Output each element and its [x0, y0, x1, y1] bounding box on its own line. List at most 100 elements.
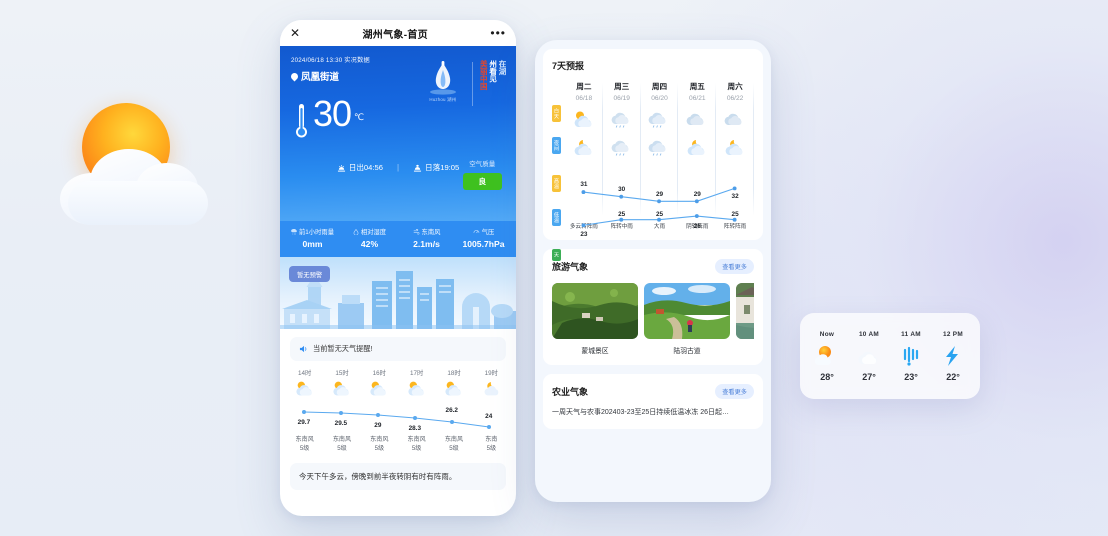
slogan-part-b: 州看见 [488, 60, 498, 83]
phone-home-screen: ✕ 湖州气象-首页 ••• 2024/06/18 13:30 实况数据 凤凰街道… [280, 20, 516, 516]
wind-level: 5级 [374, 444, 385, 452]
stat-humidity: 相对湿度 42% [341, 227, 398, 249]
air-quality-label: 空气质量 [469, 161, 496, 168]
widget-column[interactable]: 11 AM 23° [890, 331, 932, 382]
tourism-caption: 蒙城景区 [581, 348, 609, 355]
hourly-wind-row: 东南风 5级 东南风 5级 东南风 5级 东南风 5级 东南风 5级 东南 5级 [286, 433, 510, 454]
tower-logo-icon [429, 61, 456, 95]
low-temp-value: 26 [693, 223, 701, 230]
widget-temperature: 22° [946, 371, 960, 382]
wind-direction: 东南风 [332, 436, 352, 443]
partly-cloudy-night-icon [716, 136, 754, 158]
hour-time: 19时 [484, 370, 498, 377]
widget-time: 11 AM [901, 330, 921, 338]
current-stats-bar: 前1小时雨量 0mm 相对湿度 42% 东南风 2.1m/s 气压 1005.7… [280, 221, 516, 257]
close-icon[interactable]: ✕ [290, 27, 300, 39]
city-brand-logo: Huzhou 湖州 美丽中国 州看见 在湖 [420, 60, 507, 106]
weekday-date: 06/22 [726, 95, 744, 102]
tourism-image [644, 283, 730, 339]
tourism-caption: 南浔古镇 [736, 345, 754, 355]
no-alert-badge[interactable]: 暂无预警 [289, 266, 331, 282]
stat-value: 42% [360, 239, 379, 249]
widget-column[interactable]: 10 AM 27° [848, 331, 890, 382]
wind-direction: 东南风 [444, 436, 464, 443]
low-temp-value: 25 [618, 211, 626, 218]
wind-direction: 东南 [485, 436, 498, 443]
stat-rainfall: 前1小时雨量 0mm [284, 227, 341, 249]
hourly-chart-points [302, 410, 491, 429]
partly-cloudy-night-icon [678, 136, 716, 158]
sunrise-item: 日出04:56 [337, 162, 383, 173]
cloudy-icon [848, 343, 890, 369]
hour-col: 15时 [323, 368, 360, 377]
rain-icon [291, 228, 297, 235]
weekday-date: 06/18 [575, 95, 593, 102]
hourly-temp-value: 28.3 [408, 425, 422, 432]
low-temp-value: 25 [731, 211, 739, 218]
weather-summary-card: 今天下午多云，傍晚到前半夜转阴有时有阵雨。 [290, 462, 506, 490]
speaker-icon [299, 345, 307, 353]
hourly-icon-row [286, 377, 510, 403]
high-temp-value: 32 [731, 193, 739, 200]
week-columns: 周二 06/18 多云转阵雨 周三 06/19 阵转中雨 周四 06/20 [565, 81, 754, 238]
cloudy-icon [678, 108, 716, 130]
label-high: 高温 [552, 175, 561, 193]
weekday-date: 06/21 [689, 95, 706, 102]
cloudy-rain-icon [603, 108, 641, 130]
weather-notice-bar[interactable]: 当前暂无天气提醒! [290, 337, 506, 361]
high-temp-value: 29 [655, 191, 664, 198]
label-daytime: 白天 [552, 105, 561, 123]
label-night: 夜间 [552, 137, 561, 155]
label-condition: 天况 [546, 249, 561, 261]
tourism-item[interactable]: 蒙城景区 [552, 283, 638, 355]
weekday-date: 06/20 [651, 95, 668, 102]
hour-col: 16时 [361, 368, 398, 377]
wind-level: 5级 [411, 444, 422, 452]
hourly-forecast: 14时 15时 16时 17时 18时 19时 29.7 29.5 29 28.… [286, 368, 510, 454]
hour-col: 18时 [435, 368, 472, 377]
hour-time: 18时 [447, 370, 461, 377]
tourism-item[interactable]: 南浔古镇 [736, 283, 754, 355]
week-temperature-chart: 31 30 29 29 32 23 25 25 26 25 [565, 181, 754, 243]
high-temp-value: 31 [580, 181, 588, 188]
sunrise-time: 日出04:56 [348, 163, 383, 172]
hourly-temperature-chart: 29.7 29.5 29 28.3 26.2 24 [286, 405, 510, 433]
widget-column[interactable]: 12 PM 22° [932, 331, 974, 382]
tourism-item[interactable]: 陆羽古道 [644, 283, 730, 355]
wind-icon [413, 228, 419, 235]
cloudy-rain-icon [603, 136, 641, 158]
agriculture-text[interactable]: 一周天气与农事202403-23至25日持续低温冰冻 26日起… [552, 408, 754, 419]
hourly-time-row: 14时 15时 16时 17时 18时 19时 [286, 368, 510, 377]
temperature-unit: ℃ [354, 111, 365, 122]
week-forecast-grid: 白天 夜间 高温 低温 天况 周二 06/18 多云转阵雨 周三 06/19 [546, 81, 754, 261]
tourism-more-button[interactable]: 查看更多 [715, 259, 754, 274]
hourly-weather-widget: Now 28° 10 AM 27° 11 AM 23° 12 PM 22° [800, 313, 980, 399]
humidity-icon [353, 228, 359, 235]
hour-col: 19时 [473, 368, 510, 377]
cloudy-icon [716, 108, 754, 130]
slogan-part-a: 在湖 [498, 60, 507, 75]
slogan-part-c: 美丽中国 [479, 60, 489, 90]
stat-wind: 东南风 2.1m/s [398, 227, 455, 249]
weekday-name: 周二 [576, 82, 592, 91]
widget-column[interactable]: Now 28° [806, 331, 848, 382]
wind-level: 5级 [299, 444, 310, 452]
hour-time: 16时 [372, 370, 386, 377]
air-quality-block[interactable]: 空气质量 良 [462, 158, 502, 190]
lightning-icon [932, 343, 974, 369]
tourism-thumbnails: 蒙城景区 陆羽古道 [552, 283, 754, 355]
agriculture-more-button[interactable]: 查看更多 [715, 384, 754, 399]
cloudy-rain-icon [641, 108, 679, 130]
thermometer-icon [296, 104, 307, 138]
phone-forecast-screen: 7天预报 白天 夜间 高温 低温 天况 周二 06/18 多云转阵雨 周三 [535, 40, 771, 502]
location-name: 凤凰街道 [301, 72, 340, 83]
wind-direction: 东南风 [295, 436, 314, 443]
hourly-temp-value: 29 [374, 422, 382, 429]
logo-divider [471, 62, 473, 106]
logo-caption: Huzhou 湖州 [429, 97, 457, 102]
partly-cloudy-icon [565, 108, 603, 130]
partly-cloudy-icon [398, 380, 435, 402]
weekday-name: 周五 [689, 82, 705, 91]
more-options-icon[interactable]: ••• [490, 27, 506, 39]
rain-icon [890, 343, 932, 369]
